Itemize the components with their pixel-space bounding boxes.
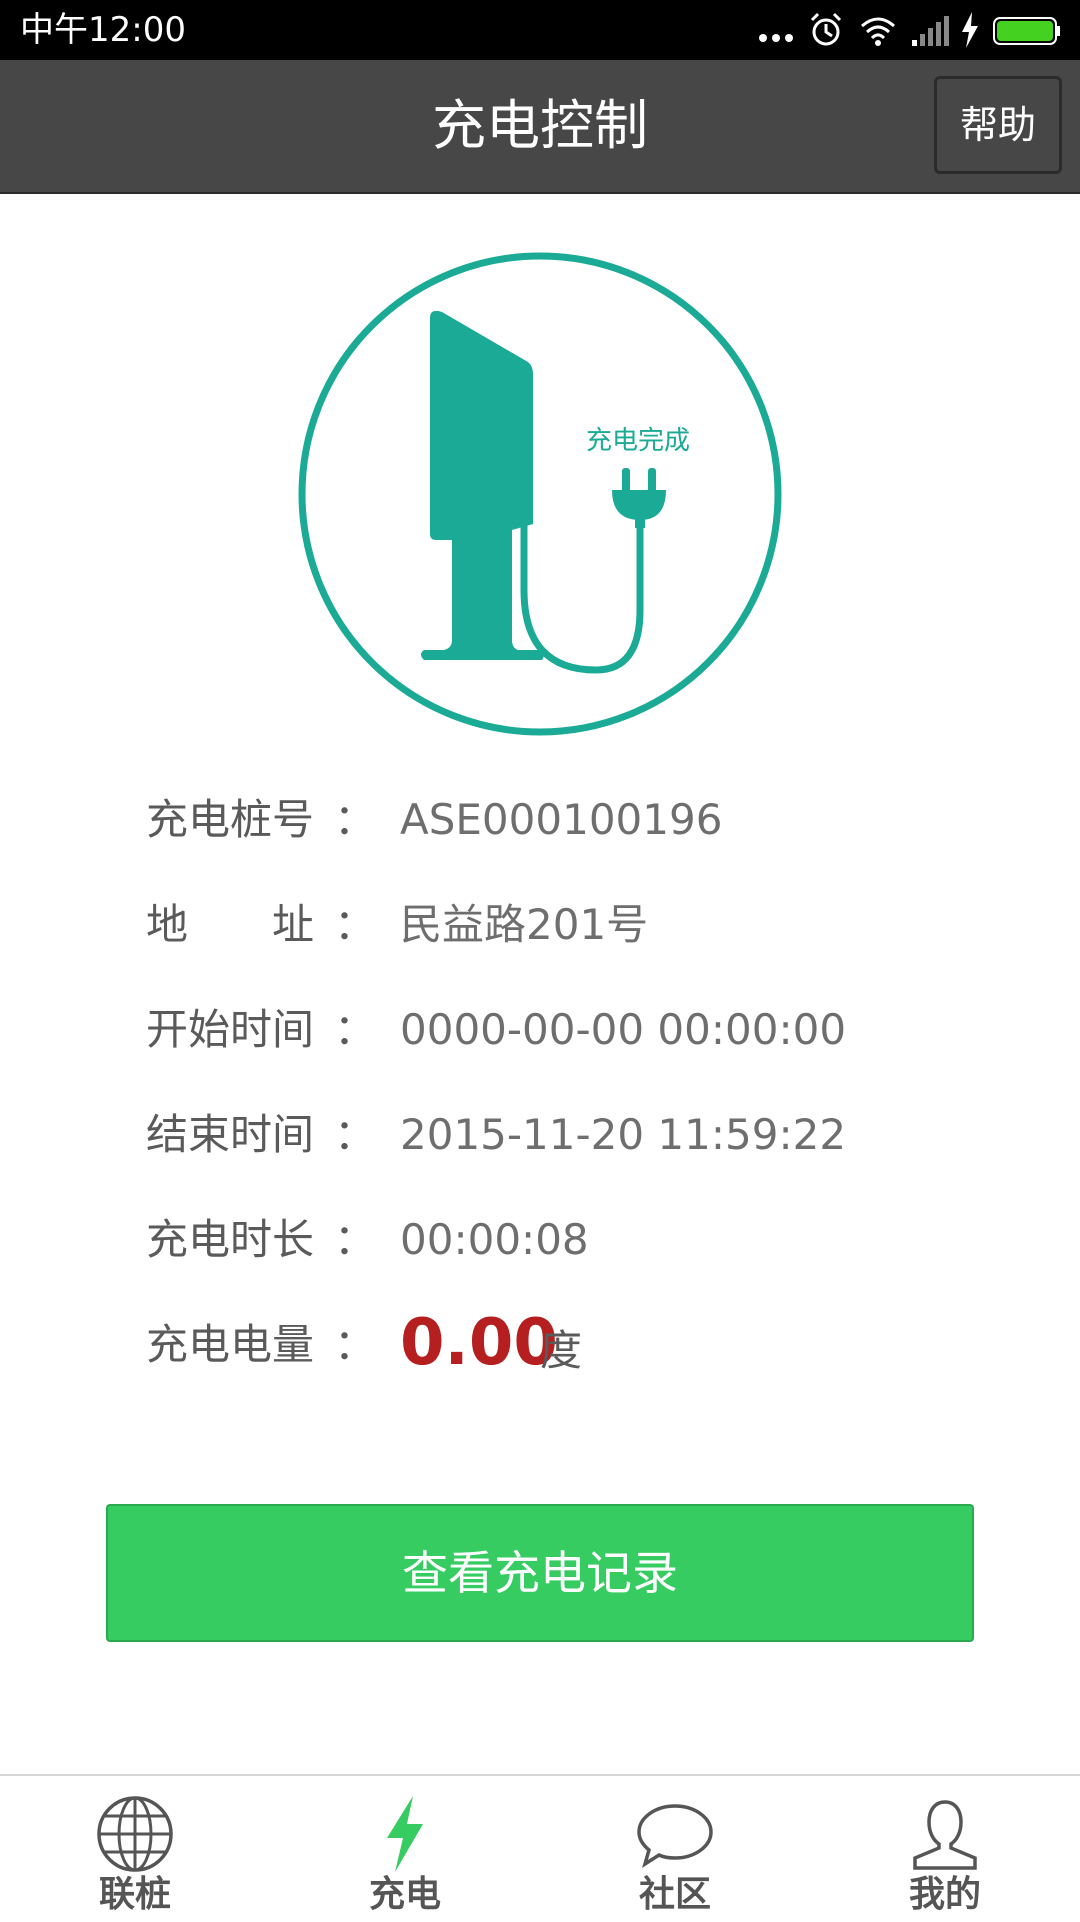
- person-icon: [913, 1800, 977, 1870]
- info-label: 充电时长: [146, 1215, 315, 1264]
- info-label: 充电桩号: [146, 795, 315, 844]
- lightning-icon: [387, 1796, 423, 1872]
- charging-complete-illustration: [298, 252, 782, 736]
- status-caption: 充电完成: [586, 426, 691, 456]
- info-label: 开始时间: [146, 1005, 315, 1054]
- info-colon: ：: [334, 900, 377, 949]
- info-label: 充电电量: [146, 1320, 315, 1369]
- more-dots-icon: [759, 34, 793, 42]
- speech-bubble-icon: [637, 1804, 713, 1868]
- tab-label: 联桩: [98, 1874, 171, 1915]
- tab-community[interactable]: 社区: [540, 1776, 810, 1922]
- info-colon: ：: [334, 1110, 377, 1159]
- info-row-end-time: 结束时间 ： 2015-11-20 11:59:22: [0, 1095, 1080, 1175]
- globe-icon: [97, 1796, 173, 1872]
- info-row-start-time: 开始时间 ： 0000-00-00 00:00:00: [0, 990, 1080, 1070]
- plug-icon: [520, 468, 666, 674]
- energy-value: 0.00: [400, 1306, 558, 1380]
- tab-charging[interactable]: 充电: [270, 1776, 540, 1922]
- info-colon: ：: [334, 1005, 377, 1054]
- tab-label: 社区: [638, 1874, 711, 1915]
- app-header: 充电控制 帮助: [0, 60, 1080, 194]
- info-row-duration: 充电时长 ： 00:00:08: [0, 1200, 1080, 1280]
- help-button[interactable]: 帮助: [934, 76, 1062, 174]
- signal-icon: [912, 16, 949, 46]
- page-title: 充电控制: [432, 94, 648, 157]
- duration-value: 00:00:08: [400, 1215, 589, 1264]
- tab-lianzhuang[interactable]: 联桩: [0, 1776, 270, 1922]
- view-charging-records-button[interactable]: 查看充电记录: [106, 1504, 974, 1642]
- info-row-address: 地 址 ： 民益路201号: [0, 885, 1080, 965]
- bottom-tab-bar: 联桩 充电 社区 我的: [0, 1774, 1080, 1922]
- info-row-energy: 充电电量 ： 0.00 度: [0, 1305, 1080, 1385]
- info-colon: ：: [334, 795, 377, 844]
- info-colon: ：: [334, 1320, 377, 1369]
- energy-unit: 度: [540, 1326, 583, 1375]
- battery-icon: [993, 17, 1060, 45]
- info-row-pile-no: 充电桩号 ： ASE000100196: [0, 780, 1080, 860]
- tab-label: 我的: [908, 1874, 981, 1915]
- start-time-value: 0000-00-00 00:00:00: [400, 1005, 847, 1054]
- status-time: 中午12:00: [20, 10, 186, 50]
- info-label: 结束时间: [146, 1110, 315, 1159]
- tab-mine[interactable]: 我的: [810, 1776, 1080, 1922]
- info-colon: ：: [334, 1215, 377, 1264]
- alarm-icon: [810, 12, 842, 46]
- tab-label: 充电: [368, 1874, 441, 1915]
- charging-bolt-icon: [962, 12, 978, 48]
- pile-no-value: ASE000100196: [400, 795, 723, 844]
- status-bar: 中午12:00: [0, 0, 1080, 60]
- end-time-value: 2015-11-20 11:59:22: [400, 1110, 847, 1159]
- info-label: 地 址: [146, 900, 315, 949]
- wifi-icon: [861, 17, 895, 46]
- address-value: 民益路201号: [400, 900, 649, 949]
